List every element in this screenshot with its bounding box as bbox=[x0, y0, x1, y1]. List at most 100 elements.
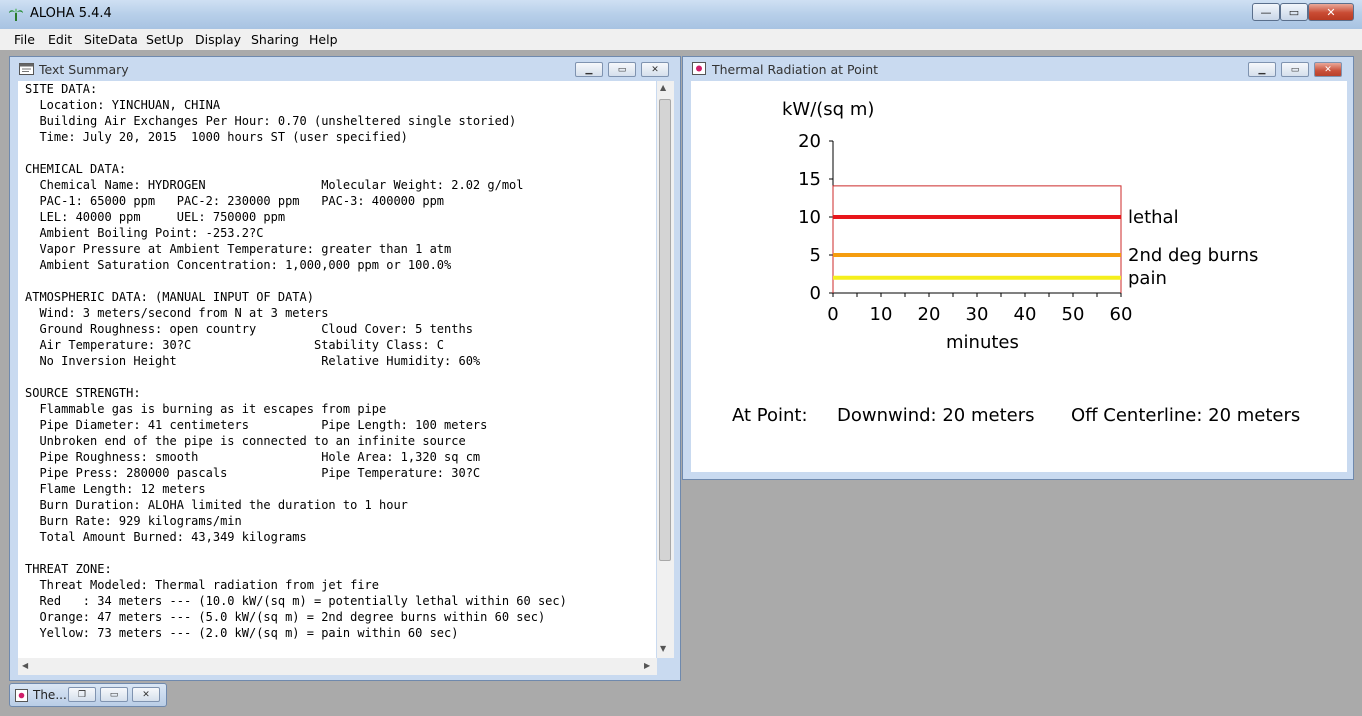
summary-line: Wind: 3 meters/second from N at 3 meters bbox=[25, 306, 329, 320]
scroll-left-arrow-icon[interactable]: ◀ bbox=[22, 661, 28, 670]
x-tick-label: 30 bbox=[966, 304, 989, 325]
summary-line: PAC-1: 65000 ppm PAC-2: 230000 ppm PAC-3… bbox=[25, 194, 445, 208]
vertical-scrollbar[interactable]: ▲ ▼ bbox=[657, 81, 674, 658]
tab-close-button[interactable]: ✕ bbox=[132, 687, 160, 702]
series-label: lethal bbox=[1128, 207, 1179, 228]
summary-line: SOURCE STRENGTH: bbox=[25, 386, 141, 400]
menu-edit[interactable]: Edit bbox=[48, 32, 72, 47]
off-centerline-label: Off Centerline: 20 meters bbox=[1071, 405, 1300, 426]
restore-icon: ▭ bbox=[617, 64, 627, 75]
minimized-window-tab[interactable]: The... ❐ ▭ ✕ bbox=[9, 683, 167, 707]
summary-line: Chemical Name: HYDROGEN Molecular Weight… bbox=[25, 178, 524, 192]
summary-line: No Inversion Height Relative Humidity: 6… bbox=[25, 354, 481, 368]
scroll-right-arrow-icon[interactable]: ▶ bbox=[644, 661, 650, 670]
summary-line bbox=[25, 545, 567, 561]
tab-restore-button[interactable]: ❐ bbox=[68, 687, 96, 702]
scroll-thumb[interactable] bbox=[659, 99, 671, 561]
summary-line: Location: YINCHUAN, CHINA bbox=[25, 98, 221, 112]
summary-line: THREAT ZONE: bbox=[25, 562, 112, 576]
close-icon: ✕ bbox=[1324, 64, 1332, 75]
summary-line: Pipe Roughness: smooth Hole Area: 1,320 … bbox=[25, 450, 481, 464]
minimize-button[interactable]: — bbox=[1252, 3, 1280, 21]
summary-line: Pipe Press: 280000 pascals Pipe Temperat… bbox=[25, 466, 481, 480]
minimize-icon: ▁ bbox=[1258, 64, 1266, 75]
x-tick-label: 20 bbox=[918, 304, 941, 325]
close-button[interactable]: ✕ bbox=[1308, 3, 1354, 21]
summary-line: Ambient Saturation Concentration: 1,000,… bbox=[25, 258, 452, 272]
series-label: pain bbox=[1128, 268, 1167, 289]
summary-line: Ambient Boiling Point: -253.2?C bbox=[25, 226, 264, 240]
x-tick-label: 50 bbox=[1062, 304, 1085, 325]
thermal-close-button[interactable]: ✕ bbox=[1314, 62, 1342, 77]
thermal-chart-area: kW/(sq m) minutes 0 5 10 15 20 0 10 20 30 40 50 60 l… bbox=[691, 81, 1347, 472]
summary-line: Threat Modeled: Thermal radiation from j… bbox=[25, 578, 380, 592]
summary-line: Total Amount Burned: 43,349 kilograms bbox=[25, 530, 307, 544]
summary-line: Burn Rate: 929 kilograms/min bbox=[25, 514, 242, 528]
summary-line: CHEMICAL DATA: bbox=[25, 162, 127, 176]
close-icon: ✕ bbox=[142, 689, 150, 700]
minimized-window-label: The... bbox=[33, 688, 67, 702]
y-tick-label: 20 bbox=[798, 131, 821, 152]
menu-bar: File Edit SiteData SetUp Display Sharing… bbox=[0, 29, 1362, 51]
y-tick-label: 15 bbox=[798, 169, 821, 190]
thermal-restore-button[interactable]: ▭ bbox=[1281, 62, 1309, 77]
text-summary-content[interactable]: SITE DATA: Location: YINCHUAN, CHINA Bui… bbox=[18, 81, 656, 658]
text-minimize-button[interactable]: ▁ bbox=[575, 62, 603, 77]
menu-sharing[interactable]: Sharing bbox=[251, 32, 299, 47]
close-icon: ✕ bbox=[651, 64, 659, 75]
close-icon: ✕ bbox=[1326, 5, 1336, 19]
maximize-button[interactable]: ▭ bbox=[1280, 3, 1308, 21]
at-point-label: At Point: bbox=[732, 405, 808, 426]
aloha-logo-icon bbox=[9, 8, 23, 21]
summary-line: Flammable gas is burning as it escapes f… bbox=[25, 402, 387, 416]
x-tick-label: 0 bbox=[827, 304, 838, 325]
menu-sitedata[interactable]: SiteData bbox=[84, 32, 138, 47]
summary-line: Red : 34 meters --- (10.0 kW/(sq m) = po… bbox=[25, 594, 567, 608]
x-tick-label: 10 bbox=[870, 304, 893, 325]
text-restore-button[interactable]: ▭ bbox=[608, 62, 636, 77]
summary-line: Ground Roughness: open country Cloud Cov… bbox=[25, 322, 473, 336]
summary-line: Orange: 47 meters --- (5.0 kW/(sq m) = 2… bbox=[25, 610, 546, 624]
thermal-chart: kW/(sq m) minutes 0 5 10 15 20 0 10 20 30 40 50 60 l… bbox=[732, 99, 1300, 426]
text-close-button[interactable]: ✕ bbox=[641, 62, 669, 77]
summary-line: ATMOSPHERIC DATA: (MANUAL INPUT OF DATA) bbox=[25, 290, 314, 304]
summary-line: Pipe Diameter: 41 centimeters Pipe Lengt… bbox=[25, 418, 488, 432]
menu-setup[interactable]: SetUp bbox=[146, 32, 184, 47]
maximize-icon: ▭ bbox=[109, 689, 119, 700]
summary-line: Vapor Pressure at Ambient Temperature: g… bbox=[25, 242, 452, 256]
app-titlebar: ALOHA 5.4.4 — ▭ ✕ bbox=[0, 0, 1362, 30]
menu-display[interactable]: Display bbox=[195, 32, 241, 47]
summary-line bbox=[25, 145, 567, 161]
thermal-minimize-button[interactable]: ▁ bbox=[1248, 62, 1276, 77]
summary-line: Burn Duration: ALOHA limited the duratio… bbox=[25, 498, 408, 512]
summary-line: Yellow: 73 meters --- (2.0 kW/(sq m) = p… bbox=[25, 626, 459, 640]
scroll-up-arrow-icon[interactable]: ▲ bbox=[660, 83, 666, 92]
tab-maximize-button[interactable]: ▭ bbox=[100, 687, 128, 702]
thermal-radiation-window: Thermal Radiation at Point ▁ ▭ ✕ kW/(sq … bbox=[682, 56, 1354, 480]
summary-text: SITE DATA: Location: YINCHUAN, CHINA Bui… bbox=[25, 81, 567, 641]
x-axis-label: minutes bbox=[946, 332, 1019, 353]
maximize-icon: ▭ bbox=[1288, 5, 1300, 19]
minimize-icon: — bbox=[1260, 5, 1272, 19]
horizontal-scrollbar[interactable]: ◀ ▶ bbox=[18, 658, 657, 675]
summary-line bbox=[25, 369, 567, 385]
menu-help[interactable]: Help bbox=[309, 32, 338, 47]
graph-window-icon bbox=[15, 689, 28, 702]
app-title: ALOHA 5.4.4 bbox=[30, 6, 112, 21]
scroll-down-arrow-icon[interactable]: ▼ bbox=[660, 644, 666, 653]
menu-file[interactable]: File bbox=[14, 32, 35, 47]
summary-line: LEL: 40000 ppm UEL: 750000 ppm bbox=[25, 210, 286, 224]
text-summary-title: Text Summary bbox=[39, 62, 129, 77]
minimize-icon: ▁ bbox=[585, 64, 593, 75]
summary-line bbox=[25, 273, 567, 289]
y-tick-label: 0 bbox=[810, 283, 821, 304]
text-summary-window: Text Summary ▁ ▭ ✕ SITE DATA: Location: … bbox=[9, 56, 681, 681]
y-axis-label: kW/(sq m) bbox=[782, 99, 874, 120]
restore-icon: ▭ bbox=[1290, 64, 1300, 75]
summary-line: Time: July 20, 2015 1000 hours ST (user … bbox=[25, 130, 408, 144]
y-tick-label: 10 bbox=[798, 207, 821, 228]
text-window-icon bbox=[19, 63, 34, 75]
thermal-window-title: Thermal Radiation at Point bbox=[712, 62, 879, 77]
summary-line: Unbroken end of the pipe is connected to… bbox=[25, 434, 466, 448]
downwind-label: Downwind: 20 meters bbox=[837, 405, 1035, 426]
